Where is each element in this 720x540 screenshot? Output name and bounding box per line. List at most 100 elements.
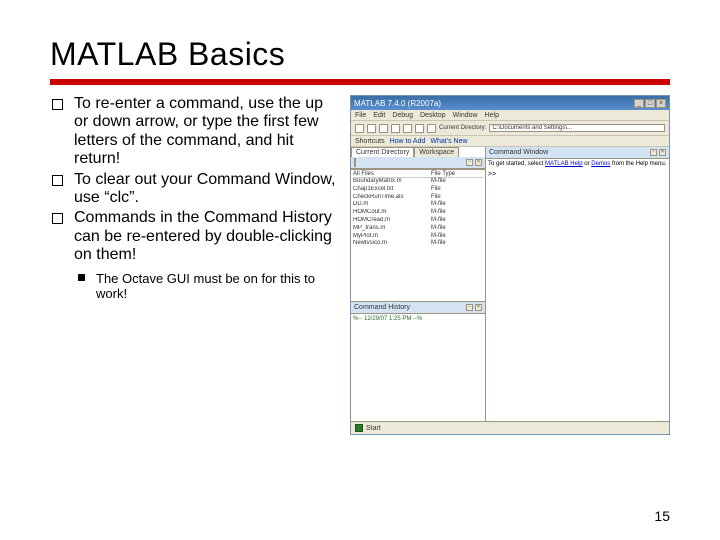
cmdwin-title: Command Window [489, 149, 548, 156]
right-pane: Command Window ▫ × To get started, selec… [486, 147, 669, 421]
open-icon[interactable] [367, 124, 376, 133]
minimize-button[interactable]: _ [634, 99, 644, 108]
pane-close-icon[interactable]: × [475, 159, 482, 166]
menu-edit[interactable]: Edit [373, 112, 385, 119]
file-name: HOMCout.m [353, 209, 431, 217]
menu-window[interactable]: Window [453, 112, 478, 119]
shortcuts-label: Shortcuts [355, 138, 385, 145]
status-bar: Start [351, 421, 669, 434]
file-row[interactable]: Chap1Excel.txtFile [353, 186, 483, 194]
cmdwin-header: Command Window ▫ × [486, 147, 669, 159]
file-name: Chap1Excel.txt [353, 186, 431, 194]
file-name: HOMCread.m [353, 217, 431, 225]
menu-debug[interactable]: Debug [392, 112, 413, 119]
new-icon[interactable] [355, 124, 364, 133]
start-button[interactable]: Start [366, 425, 381, 432]
pane-close-icon[interactable]: × [659, 149, 666, 156]
folder-icon[interactable] [354, 158, 356, 167]
slide-body: To re-enter a command, use the up or dow… [50, 95, 670, 435]
bullet-item: To re-enter a command, use the up or dow… [74, 95, 340, 169]
command-window[interactable]: To get started, select MATLAB Help or De… [486, 159, 669, 421]
title-rule [50, 79, 670, 85]
dir-input[interactable]: C:\Documents and Settings\... [489, 124, 665, 132]
curdir-header: ▫ × [351, 157, 485, 169]
cut-icon[interactable] [379, 124, 388, 133]
command-prompt[interactable]: >> [488, 171, 667, 178]
bullet-list: To re-enter a command, use the up or dow… [50, 95, 340, 302]
shortcuts-bar: Shortcuts How to Add What's New [351, 136, 669, 147]
file-type: M-file [431, 225, 446, 233]
sub-bullet-item: The Octave GUI must be on for this to wo… [96, 271, 340, 302]
pane-undock-icon[interactable]: ▫ [650, 149, 657, 156]
paste-icon[interactable] [403, 124, 412, 133]
left-pane: Current Directory Workspace ▫ × [351, 147, 486, 421]
shortcut-whatsnew[interactable]: What's New [430, 138, 467, 145]
main-area: Current Directory Workspace ▫ × [351, 147, 669, 421]
pane-close-icon[interactable]: × [475, 304, 482, 311]
bullet-item: To clear out your Command Window, use “c… [74, 171, 340, 208]
col-filetype[interactable]: File Type [431, 171, 455, 177]
maximize-button[interactable]: □ [645, 99, 655, 108]
file-row[interactable]: BoundaryMatrix.mM-file [353, 178, 483, 186]
command-history-panel: Command History ▫ × %-- 12/29/07 1:25 PM… [351, 301, 485, 421]
menu-file[interactable]: File [355, 112, 366, 119]
pane-undock-icon[interactable]: ▫ [466, 304, 473, 311]
file-row[interactable]: MP_trans.mM-file [353, 225, 483, 233]
file-name: Newtvsico.m [353, 240, 431, 248]
redo-icon[interactable] [427, 124, 436, 133]
screenshot-column: MATLAB 7.4.0 (R2007a) _ □ × File Edit De… [350, 95, 670, 435]
history-entry[interactable]: %-- 12/29/07 1:25 PM --% [353, 316, 422, 322]
file-name: MP_trans.m [353, 225, 431, 233]
tab-current-directory[interactable]: Current Directory [351, 147, 414, 157]
text-column: To re-enter a command, use the up or dow… [50, 95, 340, 435]
help-link[interactable]: MATLAB Help [545, 161, 583, 167]
file-list[interactable]: All Files File Type BoundaryMatrix.mM-fi… [351, 169, 485, 301]
demos-link[interactable]: Demos [591, 161, 610, 167]
file-name: BoundaryMatrix.m [353, 178, 431, 186]
page-number: 15 [654, 508, 670, 524]
window-title: MATLAB 7.4.0 (R2007a) [354, 99, 441, 108]
history-title: Command History [354, 304, 410, 311]
file-row[interactable]: HOMCread.mM-file [353, 217, 483, 225]
file-type: M-file [431, 240, 446, 248]
cmd-info-text: To get started, select [488, 161, 545, 167]
file-type: M-file [431, 233, 446, 241]
file-row[interactable]: HOMCout.mM-file [353, 209, 483, 217]
close-button[interactable]: × [656, 99, 666, 108]
dir-label: Current Directory: [439, 125, 486, 131]
slide-title: MATLAB Basics [50, 36, 670, 73]
pane-undock-icon[interactable]: ▫ [466, 159, 473, 166]
cmd-info: To get started, select MATLAB Help or De… [488, 161, 667, 167]
start-icon[interactable] [355, 424, 363, 432]
copy-icon[interactable] [391, 124, 400, 133]
file-row[interactable]: Newtvsico.mM-file [353, 240, 483, 248]
menu-desktop[interactable]: Desktop [420, 112, 446, 119]
file-type: M-file [431, 209, 446, 217]
file-type: M-file [431, 178, 446, 186]
file-name: MyPlot.m [353, 233, 431, 241]
cmd-info-text: or [583, 161, 592, 167]
bullet-item: Commands in the Command History can be r… [74, 209, 340, 301]
window-buttons: _ □ × [634, 99, 666, 108]
menu-bar: File Edit Debug Desktop Window Help [351, 110, 669, 121]
file-type: M-file [431, 201, 446, 209]
toolbar: Current Directory: C:\Documents and Sett… [351, 121, 669, 136]
shortcut-howtoadd[interactable]: How to Add [390, 138, 426, 145]
file-type: M-file [431, 217, 446, 225]
bullet-text: Commands in the Command History can be r… [74, 209, 332, 263]
file-type: File [431, 186, 441, 194]
file-name: DD.m [353, 201, 431, 209]
file-list-header: All Files File Type [353, 171, 483, 178]
current-directory-panel: Current Directory Workspace ▫ × [351, 147, 485, 301]
titlebar[interactable]: MATLAB 7.4.0 (R2007a) _ □ × [351, 96, 669, 110]
col-allfiles[interactable]: All Files [353, 171, 431, 177]
tab-workspace[interactable]: Workspace [414, 147, 459, 157]
menu-help[interactable]: Help [485, 112, 499, 119]
slide: MATLAB Basics To re-enter a command, use… [0, 0, 720, 540]
file-row[interactable]: CheckRunTime.alsFile [353, 194, 483, 202]
matlab-window: MATLAB 7.4.0 (R2007a) _ □ × File Edit De… [350, 95, 670, 435]
undo-icon[interactable] [415, 124, 424, 133]
file-row[interactable]: DD.mM-file [353, 201, 483, 209]
history-body[interactable]: %-- 12/29/07 1:25 PM --% [351, 314, 485, 421]
file-row[interactable]: MyPlot.mM-file [353, 233, 483, 241]
